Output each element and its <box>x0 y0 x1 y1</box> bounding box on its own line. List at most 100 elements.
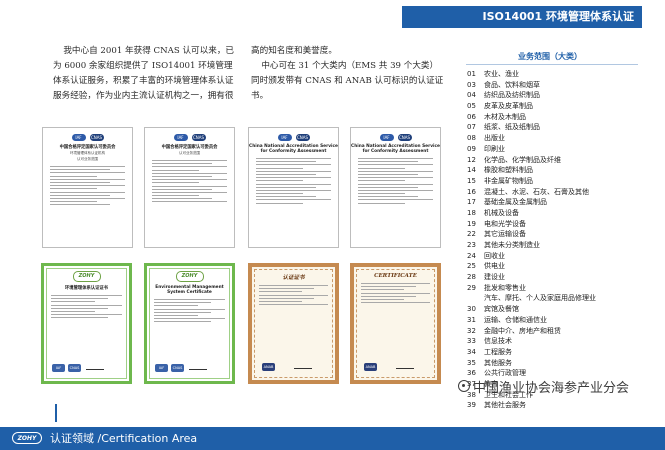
scope-item: 15 非金属矿物制品 <box>467 176 647 187</box>
scope-item: 19 电和光学设备 <box>467 219 647 230</box>
cert-image-anab-1: 认证证书 ANAB <box>248 263 339 384</box>
scope-item-name: 信息技术 <box>484 337 512 346</box>
scope-item-number: 09 <box>467 144 476 153</box>
scope-item-name: 基础金属及金属制品 <box>484 198 547 207</box>
scope-item: 08 出版业 <box>467 133 647 144</box>
signature-line <box>396 362 414 369</box>
scope-item: 07 纸浆、纸及纸制品 <box>467 122 647 133</box>
scope-item-name: 其他社会服务 <box>484 401 526 410</box>
scope-item: 35 其他服务 <box>467 358 647 369</box>
cnas-logo: CNAS <box>295 134 310 141</box>
scope-item-name: 机械及设备 <box>484 208 519 217</box>
scope-item: 33 信息技术 <box>467 336 647 347</box>
anab-seal: ANAB <box>262 363 275 371</box>
scope-item-number: 01 <box>467 70 476 78</box>
intro-paragraph-right-line1: 高的知名度和美誉度。 <box>251 46 337 56</box>
scope-item-number: 28 <box>467 273 476 282</box>
scope-item-name: 回收业 <box>484 251 505 260</box>
scope-item: 23 其他未分类制造业 <box>467 240 647 251</box>
wechat-channel-icon <box>458 380 470 392</box>
scope-item-name: 金融中介、房地产和租赁 <box>484 326 561 335</box>
footer-logo: ZOHY <box>12 432 42 444</box>
scope-item: 16 混凝土、水泥、石灰、石膏及其他 <box>467 187 647 198</box>
iaf-logo: IAF <box>71 134 86 141</box>
scope-item-number: 04 <box>467 91 476 100</box>
anab-seal: ANAB <box>364 363 377 371</box>
scope-item-name: 混凝土、水泥、石灰、石膏及其他 <box>484 187 589 196</box>
scope-item-name: 纸浆、纸及纸制品 <box>484 123 540 132</box>
iaf-logo: IAF <box>379 134 394 141</box>
scope-item-name: 工程服务 <box>484 347 512 356</box>
scope-item-name: 其他未分类制造业 <box>484 241 540 249</box>
scope-item-name: 出版业 <box>484 134 505 143</box>
cnas-logo: CNAS <box>89 134 104 141</box>
scope-item-name: 纺织品及纺织制品 <box>484 91 540 100</box>
scope-item-name: 运输、仓储和通信业 <box>484 315 547 324</box>
intro-paragraph-right-line2: 中心可在 31 个大类内（EMS 共 39 个大类）同时颁发带有 CNAS 和 … <box>251 61 444 101</box>
scope-item-name: 橡胶和塑料制品 <box>484 166 533 175</box>
watermark-text: 中国渔业协会海参产业分会 <box>473 380 630 396</box>
scope-item-name: 建设业 <box>484 273 505 282</box>
cert-title: 中国合格评定国家认可委员会 <box>161 145 218 150</box>
scope-item: 06 木材及木制品 <box>467 112 647 123</box>
scope-item: 24 回收业 <box>467 251 647 262</box>
scope-item: 39 其他社会服务 <box>467 400 647 411</box>
cert-image-zohy-1: ZOHY 环境管理体系认证证书 IAF CNAS <box>41 263 132 384</box>
iaf-logo: IAF <box>277 134 292 141</box>
scope-item: 29 批发和零售业 <box>467 283 647 294</box>
scope-list: 01 农业、渔业 03 食品、饮料和烟草 04 纺织品及纺织制品 05 皮革及皮革制品 06 木材… <box>467 69 647 411</box>
iaf-seal: IAF <box>155 364 168 372</box>
scope-item-name: 汽车、摩托、个人及家庭用品修理业 <box>484 294 596 303</box>
scope-item: 03 食品、饮料和烟草 <box>467 80 647 91</box>
cnas-logo: CNAS <box>191 134 206 141</box>
iaf-seal: IAF <box>52 364 65 372</box>
scope-item-name: 批发和零售业 <box>484 283 526 292</box>
intro-paragraph-right: 高的知名度和美誉度。 中心可在 31 个大类内（EMS 共 39 个大类）同时颁… <box>251 44 444 104</box>
cnas-seal: CNAS <box>171 364 184 372</box>
scope-item-name: 印刷业 <box>484 144 505 153</box>
cert-image-cnas-2: IAF CNAS 中国合格评定国家认可委员会 认可业务范围 <box>144 127 235 248</box>
scope-item-number: 18 <box>467 208 476 217</box>
cnas-logo: CNAS <box>397 134 412 141</box>
signature-line <box>189 363 207 370</box>
scope-item: 01 农业、渔业 <box>467 69 647 80</box>
scope-item-number: 08 <box>467 134 476 143</box>
scope-item-number: 15 <box>467 176 476 185</box>
cert-title: China National Accreditation Service for… <box>351 144 440 154</box>
scope-item-name: 其它运输设备 <box>484 230 526 239</box>
cert-image-cnas-4: IAF CNAS China National Accreditation Ser… <box>350 127 441 248</box>
scope-item: 17 基础金属及金属制品 <box>467 197 647 208</box>
scope-item: 09 印刷业 <box>467 144 647 155</box>
scope-item-number: 22 <box>467 230 476 239</box>
scope-divider <box>466 64 638 65</box>
scope-item-number: 33 <box>467 337 476 346</box>
cert-image-cnas-1: IAF CNAS 中国合格评定国家认可委员会 环境管理体系认证机构 认可业务范围 <box>42 127 133 248</box>
iaf-logo: IAF <box>173 134 188 141</box>
cert-text-lines <box>152 160 227 203</box>
scope-item-number: 19 <box>467 219 476 228</box>
scope-item-name: 木材及木制品 <box>484 112 526 121</box>
scope-item-number: 29 <box>467 283 476 292</box>
cert-text-lines <box>358 158 433 204</box>
scope-item-number: 39 <box>467 401 476 410</box>
page-marker <box>55 404 57 422</box>
scope-item-name: 供电业 <box>484 262 505 271</box>
scope-item-name: 非金属矿物制品 <box>484 176 533 185</box>
scope-item-number: 17 <box>467 198 476 207</box>
signature-line <box>294 362 312 369</box>
scope-item: 12 化学品、化学制品及纤维 <box>467 155 647 166</box>
cert-image-cnas-3: IAF CNAS China National Accreditation Ser… <box>248 127 339 248</box>
scope-item: 25 供电业 <box>467 261 647 272</box>
scope-item-name: 皮革及皮革制品 <box>484 102 533 111</box>
scope-item-number: 30 <box>467 305 476 314</box>
cert-subtitle-2: 认可业务范围 <box>77 157 98 161</box>
scope-item-number: 14 <box>467 166 476 175</box>
page-title: ISO14001 环境管理体系认证 <box>482 10 634 23</box>
scope-item: 22 其它运输设备 <box>467 229 647 240</box>
scope-item-name: 化学品、化学制品及纤维 <box>484 155 561 164</box>
scope-item-number: 05 <box>467 102 476 111</box>
scope-item-number: 31 <box>467 315 476 324</box>
scope-item: 30 宾馆及餐馆 <box>467 304 647 315</box>
scope-item-number: 25 <box>467 262 476 271</box>
signature-line <box>86 363 104 370</box>
